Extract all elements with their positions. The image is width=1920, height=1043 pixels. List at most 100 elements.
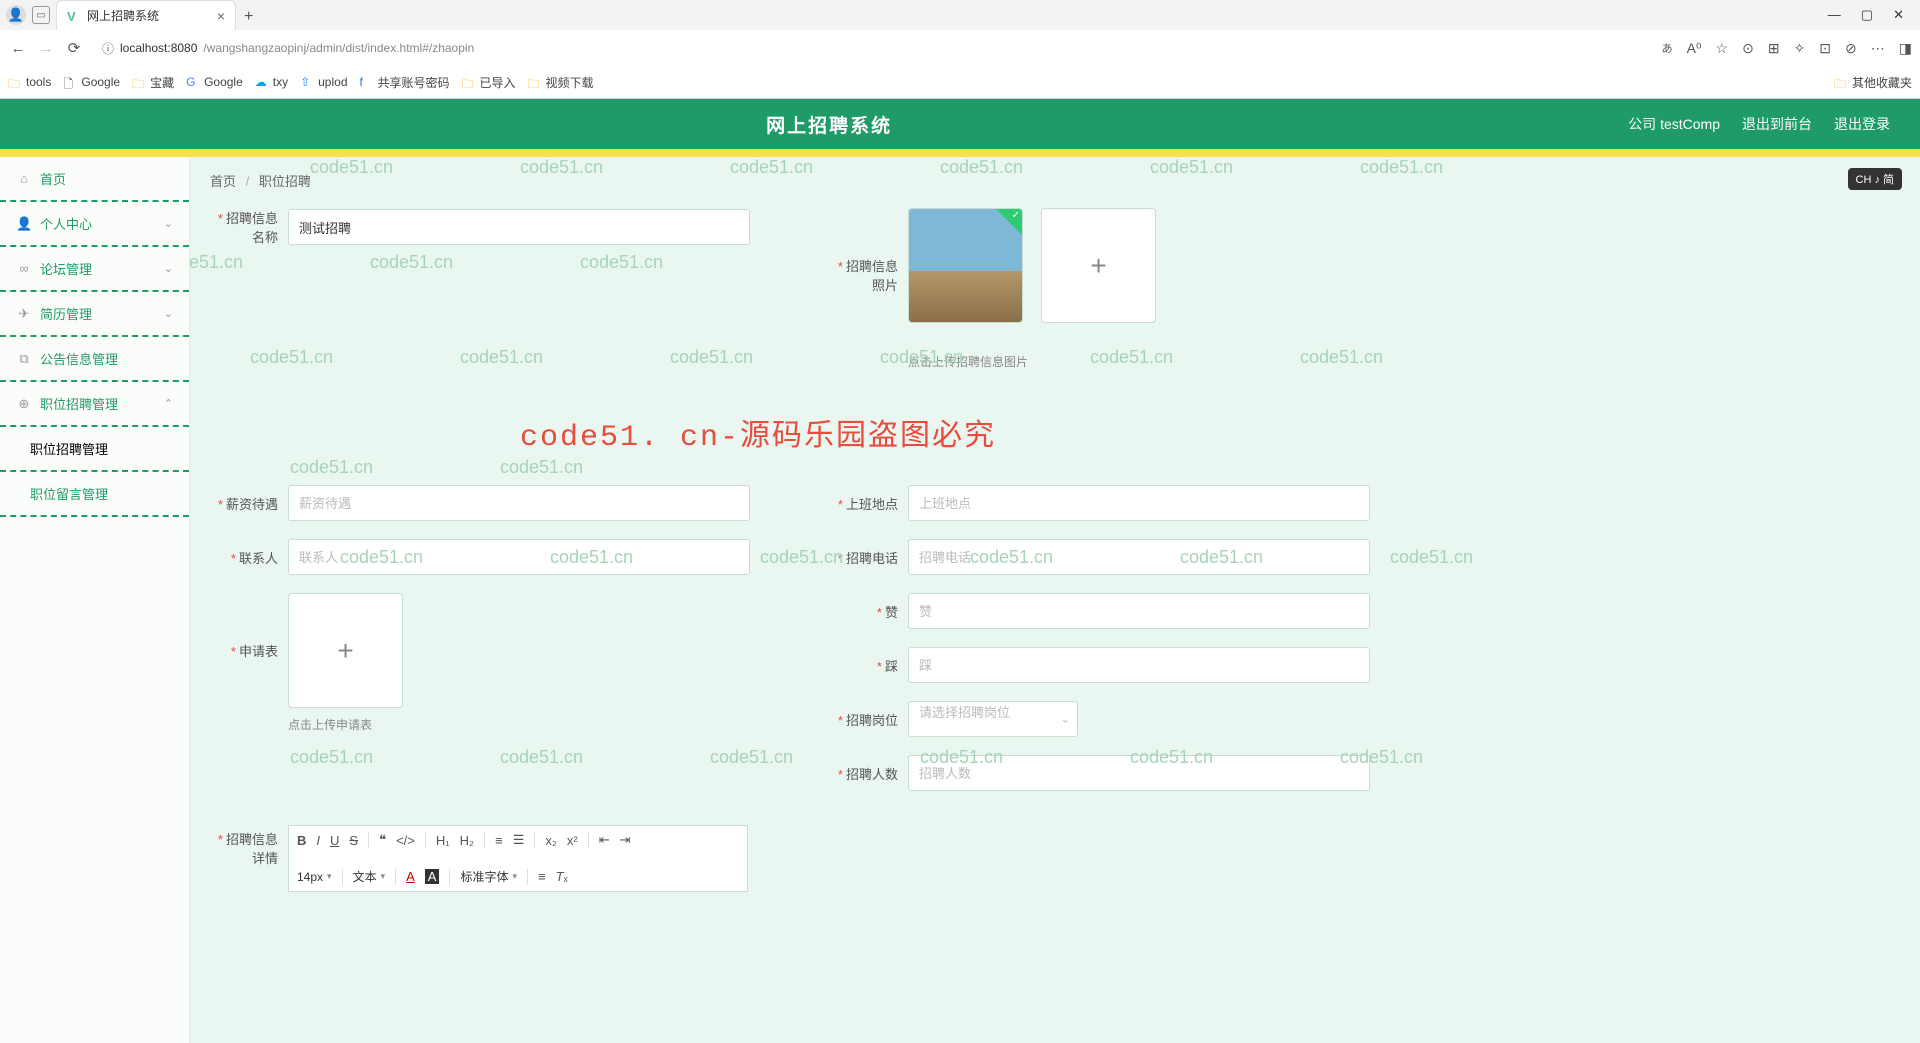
bookmark-uplod[interactable]: ⇧uplod	[300, 75, 347, 89]
nav-bar: ← → ⟳ ⓘ localhost:8080/wangshangzaopinj/…	[0, 30, 1920, 66]
outdent-button[interactable]: ⇥	[620, 832, 631, 848]
logout-front-link[interactable]: 退出到前台	[1742, 114, 1812, 134]
salary-label: 薪资待遇	[210, 494, 288, 513]
back-button[interactable]: ←	[8, 40, 28, 57]
new-tab-button[interactable]: +	[236, 4, 261, 30]
sidebar-toggle-icon[interactable]: ◨	[1899, 40, 1912, 57]
share-icon: f	[360, 75, 374, 89]
vue-favicon: V	[67, 9, 81, 23]
upload-hint: 点击上传招聘信息图片	[908, 353, 1156, 370]
app-layout: ⌂ 首页 👤 个人中心 ⌄ ∞ 论坛管理 ⌄ ✈ 简历管理 ⌄ ⧉ 公告信息管理	[0, 157, 1920, 1043]
caret-icon: ▾	[381, 871, 386, 882]
ime-indicator[interactable]: CH ♪ 简	[1848, 168, 1903, 190]
contact-label: 联系人	[210, 548, 288, 567]
dislike-input[interactable]	[908, 647, 1370, 683]
strike-button[interactable]: S	[349, 833, 358, 848]
code-button[interactable]: </>	[396, 833, 415, 848]
sidebar-item-forum[interactable]: ∞ 论坛管理 ⌄	[0, 247, 189, 292]
close-window-button[interactable]: ✕	[1893, 7, 1904, 23]
other-bookmarks[interactable]: 🗀其他收藏夹	[1834, 74, 1912, 91]
browser-tab[interactable]: V 网上招聘系统 ×	[56, 0, 236, 30]
upload-application-button[interactable]: +	[288, 593, 403, 708]
h2-button[interactable]: H₂	[460, 833, 474, 848]
sidebar-item-home[interactable]: ⌂ 首页	[0, 157, 189, 202]
sidebar-sub-message[interactable]: 职位留言管理	[0, 472, 189, 517]
user-label[interactable]: 公司 testComp	[1628, 114, 1720, 134]
sidebar-sub-recruit[interactable]: 职位招聘管理	[0, 427, 189, 472]
cloud-icon: ☁	[255, 75, 269, 89]
sidebar-item-personal[interactable]: 👤 个人中心 ⌄	[0, 202, 189, 247]
address-bar[interactable]: ⓘ localhost:8080/wangshangzaopinj/admin/…	[92, 36, 1654, 61]
recruit-name-label: 招聘信息名称	[210, 208, 288, 246]
browser-chrome: 👤 ▭ V 网上招聘系统 × + — ▢ ✕ ← → ⟳ ⓘ localhost…	[0, 0, 1920, 99]
workspace-icon[interactable]: ▭	[32, 6, 50, 24]
folder-icon: 🗀	[528, 75, 542, 89]
clear-format-button[interactable]: Tₓ	[556, 869, 568, 884]
bg-color-button[interactable]: A	[425, 869, 440, 884]
minimize-button[interactable]: —	[1828, 7, 1841, 23]
maximize-button[interactable]: ▢	[1861, 7, 1873, 23]
bookmark-imported[interactable]: 🗀已导入	[462, 74, 516, 91]
h1-button[interactable]: H₁	[436, 833, 450, 848]
like-input[interactable]	[908, 593, 1370, 629]
collections-icon[interactable]: ⊞	[1768, 40, 1780, 57]
block-icon[interactable]: ⊘	[1845, 40, 1857, 57]
url-path: /wangshangzaopinj/admin/dist/index.html#…	[203, 41, 474, 55]
url-host: localhost:8080	[120, 41, 197, 55]
position-select[interactable]: 请选择招聘岗位	[908, 701, 1078, 737]
bookmark-txy[interactable]: ☁txy	[255, 75, 288, 89]
like-label: 赞	[830, 602, 908, 621]
star-icon[interactable]: ✧	[1794, 40, 1806, 57]
uploaded-thumbnail[interactable]	[908, 208, 1023, 323]
close-tab-icon[interactable]: ×	[217, 8, 225, 24]
font-color-button[interactable]: A	[406, 869, 415, 884]
indent-button[interactable]: ⇤	[599, 832, 610, 848]
info-icon: ⓘ	[102, 40, 114, 57]
headcount-input[interactable]	[908, 755, 1370, 791]
breadcrumb: 首页 / 职位招聘	[210, 171, 1900, 190]
contact-input[interactable]	[288, 539, 750, 575]
upload-photo-button[interactable]: +	[1041, 208, 1156, 323]
translate-icon[interactable]: あ	[1662, 40, 1673, 56]
location-input[interactable]	[908, 485, 1370, 521]
unordered-list-button[interactable]: ☰	[513, 832, 525, 848]
ordered-list-button[interactable]: ≡	[495, 833, 503, 848]
quote-button[interactable]: ❝	[379, 832, 386, 848]
font-family-select[interactable]: 标准字体▾	[460, 868, 517, 885]
profile-icon[interactable]: 👤	[6, 5, 26, 25]
sidebar-item-notice[interactable]: ⧉ 公告信息管理	[0, 337, 189, 382]
phone-input[interactable]	[908, 539, 1370, 575]
breadcrumb-home[interactable]: 首页	[210, 174, 236, 189]
forward-button[interactable]: →	[36, 40, 56, 57]
subscript-button[interactable]: x₂	[545, 833, 557, 848]
favorite-icon[interactable]: ☆	[1716, 40, 1729, 57]
logout-link[interactable]: 退出登录	[1834, 114, 1890, 134]
bookmark-share[interactable]: f共享账号密码	[360, 74, 450, 91]
more-icon[interactable]: ⋯	[1871, 40, 1885, 57]
font-size-select[interactable]: 14px▾	[297, 870, 332, 884]
read-aloud-icon[interactable]: A⁰	[1687, 40, 1702, 57]
sidebar-item-recruit[interactable]: ⊕ 职位招聘管理 ⌃	[0, 382, 189, 427]
bookmark-google[interactable]: 🗋Google	[63, 75, 120, 89]
italic-button[interactable]: I	[316, 833, 320, 848]
bookmark-baozang[interactable]: 🗀宝藏	[132, 74, 174, 91]
bookmark-tools[interactable]: 🗀tools	[8, 75, 51, 89]
recruit-name-input[interactable]	[288, 209, 750, 245]
text-style-select[interactable]: 文本▾	[353, 868, 386, 885]
underline-button[interactable]: U	[330, 833, 339, 848]
bookmark-bar: 🗀tools 🗋Google 🗀宝藏 GGoogle ☁txy ⇧uplod f…	[0, 66, 1920, 98]
bookmark-video[interactable]: 🗀视频下载	[528, 74, 594, 91]
bold-button[interactable]: B	[297, 833, 306, 848]
sidebar-item-resume[interactable]: ✈ 简历管理 ⌄	[0, 292, 189, 337]
link-icon: ∞	[16, 261, 32, 276]
extension-icon[interactable]: ⊡	[1819, 40, 1831, 57]
align-button[interactable]: ≡	[538, 869, 546, 884]
user-icon: 👤	[16, 216, 32, 232]
globe-icon: ⊕	[16, 396, 32, 412]
bookmark-google2[interactable]: GGoogle	[186, 75, 243, 89]
salary-input[interactable]	[288, 485, 750, 521]
sync-icon[interactable]: ⊙	[1742, 40, 1754, 57]
refresh-button[interactable]: ⟳	[64, 39, 84, 57]
superscript-button[interactable]: x²	[567, 833, 578, 848]
caret-icon: ▾	[327, 871, 332, 882]
